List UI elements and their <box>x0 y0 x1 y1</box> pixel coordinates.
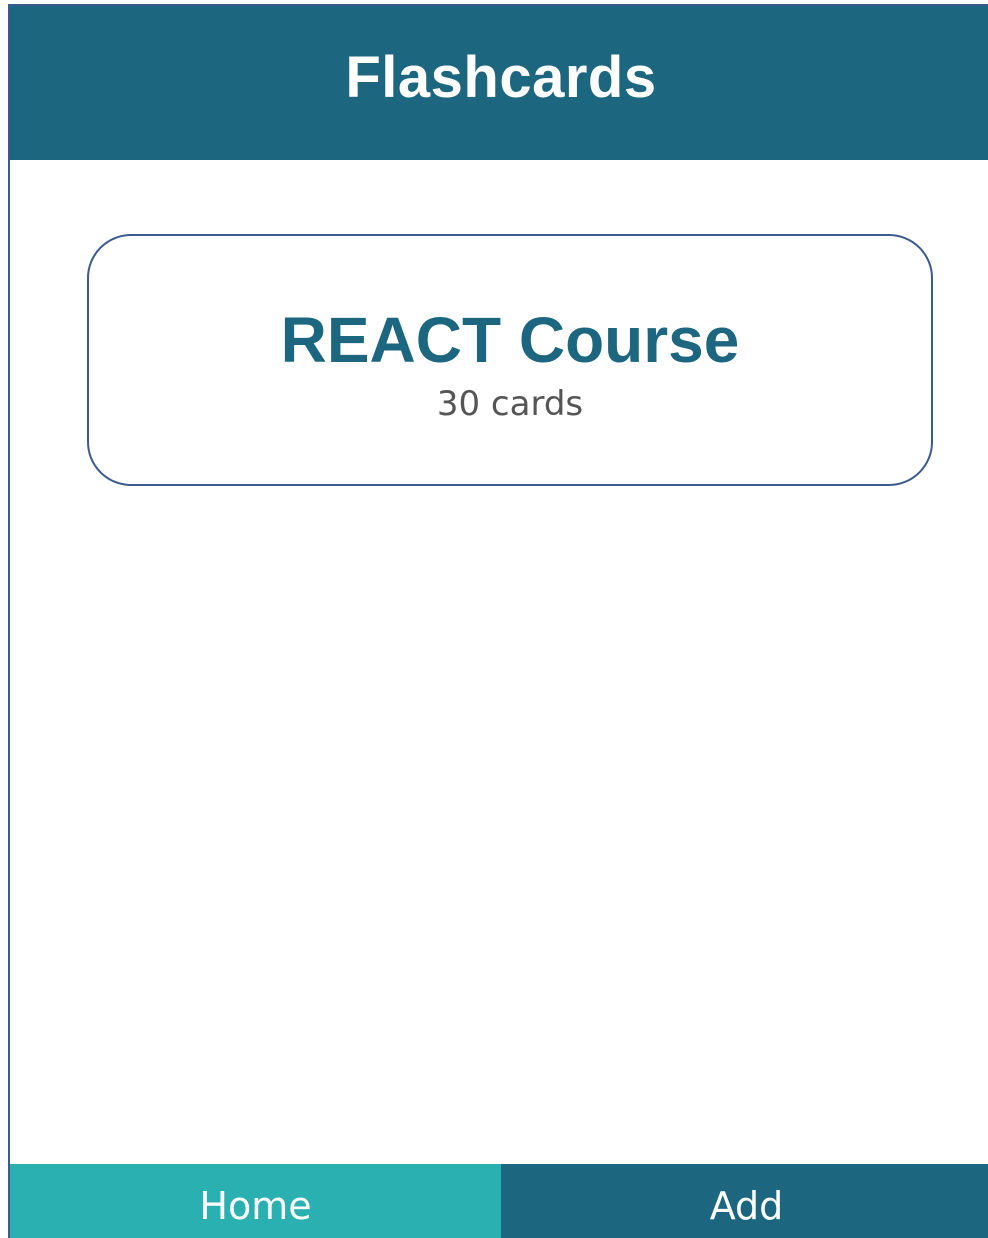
deck-card-count: 30 cards <box>436 384 584 424</box>
deck-title: REACT Course <box>280 304 740 376</box>
app-frame: Flashcards REACT Course 30 cards Home Ad… <box>8 4 988 1238</box>
app-header: Flashcards <box>10 6 988 160</box>
page-title: Flashcards <box>345 44 657 110</box>
tab-add-label: Add <box>709 1184 784 1228</box>
deck-card[interactable]: REACT Course 30 cards <box>87 234 933 486</box>
tab-add[interactable]: Add <box>501 1164 988 1238</box>
bottom-tab-bar: Home Add <box>10 1164 988 1238</box>
tab-home-label: Home <box>199 1184 312 1228</box>
tab-home[interactable]: Home <box>10 1164 501 1238</box>
